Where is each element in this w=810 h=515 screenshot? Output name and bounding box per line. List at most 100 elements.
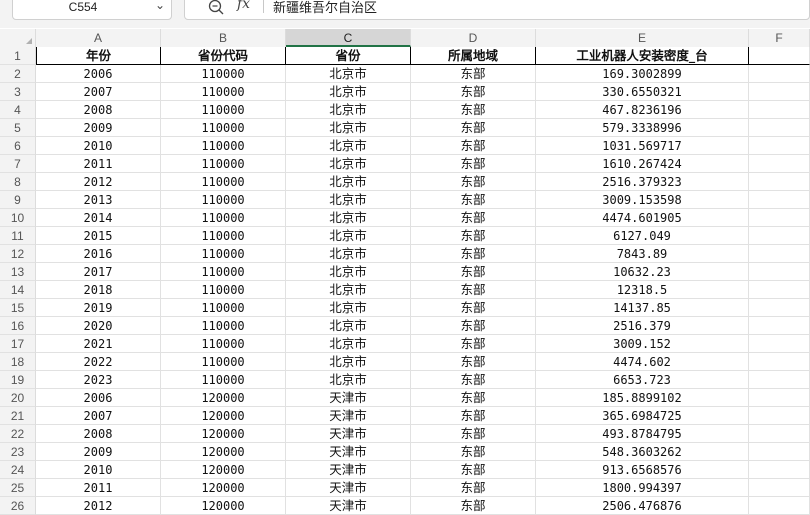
cell-province[interactable]: 北京市 bbox=[286, 335, 411, 353]
cell-province[interactable]: 北京市 bbox=[286, 65, 411, 83]
cell-robot-density[interactable]: 7843.89 bbox=[536, 245, 749, 263]
empty-cell[interactable] bbox=[749, 191, 810, 209]
cell-region[interactable]: 东部 bbox=[411, 317, 536, 335]
empty-cell[interactable] bbox=[749, 299, 810, 317]
cell-region[interactable]: 东部 bbox=[411, 155, 536, 173]
cell-year[interactable]: 2008 bbox=[36, 425, 161, 443]
cell-province-code[interactable]: 120000 bbox=[161, 389, 286, 407]
cell-province-code[interactable]: 110000 bbox=[161, 119, 286, 137]
cell-province-code[interactable]: 110000 bbox=[161, 353, 286, 371]
cell-year[interactable]: 2006 bbox=[36, 65, 161, 83]
row-number[interactable]: 22 bbox=[0, 425, 36, 443]
fx-icon[interactable]: fx bbox=[237, 0, 250, 12]
cell-year[interactable]: 2023 bbox=[36, 371, 161, 389]
cell-year[interactable]: 2010 bbox=[36, 137, 161, 155]
cell-robot-density[interactable]: 493.8784795 bbox=[536, 425, 749, 443]
empty-cell[interactable] bbox=[749, 263, 810, 281]
header-cell-robot-density[interactable]: 工业机器人安装密度_台 bbox=[536, 47, 749, 65]
cell-robot-density[interactable]: 185.8899102 bbox=[536, 389, 749, 407]
empty-cell[interactable] bbox=[749, 497, 810, 515]
cell-year[interactable]: 2014 bbox=[36, 209, 161, 227]
cell-province-code[interactable]: 110000 bbox=[161, 245, 286, 263]
cell-robot-density[interactable]: 2506.476876 bbox=[536, 497, 749, 515]
cell-robot-density[interactable]: 6127.049 bbox=[536, 227, 749, 245]
cell-province-code[interactable]: 120000 bbox=[161, 497, 286, 515]
cell-robot-density[interactable]: 579.3338996 bbox=[536, 119, 749, 137]
cell-year[interactable]: 2007 bbox=[36, 83, 161, 101]
row-number[interactable]: 25 bbox=[0, 479, 36, 497]
header-cell-year[interactable]: 年份 bbox=[36, 47, 161, 65]
cell-province-code[interactable]: 120000 bbox=[161, 407, 286, 425]
cell-province[interactable]: 北京市 bbox=[286, 173, 411, 191]
cell-region[interactable]: 东部 bbox=[411, 191, 536, 209]
cell-robot-density[interactable]: 4474.601905 bbox=[536, 209, 749, 227]
column-header-c[interactable]: C bbox=[286, 29, 411, 47]
empty-cell[interactable] bbox=[749, 479, 810, 497]
cell-robot-density[interactable]: 3009.153598 bbox=[536, 191, 749, 209]
select-all-corner[interactable] bbox=[0, 29, 36, 47]
cell-region[interactable]: 东部 bbox=[411, 407, 536, 425]
cell-year[interactable]: 2010 bbox=[36, 461, 161, 479]
cell-province[interactable]: 天津市 bbox=[286, 407, 411, 425]
cell-year[interactable]: 2021 bbox=[36, 335, 161, 353]
cell-province[interactable]: 北京市 bbox=[286, 155, 411, 173]
cell-robot-density[interactable]: 467.8236196 bbox=[536, 101, 749, 119]
row-number[interactable]: 4 bbox=[0, 101, 36, 119]
zoom-formula-icon[interactable] bbox=[207, 0, 225, 16]
cell-province-code[interactable]: 110000 bbox=[161, 281, 286, 299]
cell-region[interactable]: 东部 bbox=[411, 479, 536, 497]
cell-year[interactable]: 2022 bbox=[36, 353, 161, 371]
cell-province-code[interactable]: 120000 bbox=[161, 461, 286, 479]
cell-year[interactable]: 2016 bbox=[36, 245, 161, 263]
cell-region[interactable]: 东部 bbox=[411, 389, 536, 407]
empty-cell[interactable] bbox=[749, 65, 810, 83]
cell-province-code[interactable]: 120000 bbox=[161, 443, 286, 461]
empty-cell[interactable] bbox=[749, 245, 810, 263]
cell-year[interactable]: 2012 bbox=[36, 173, 161, 191]
cell-region[interactable]: 东部 bbox=[411, 101, 536, 119]
cell-region[interactable]: 东部 bbox=[411, 119, 536, 137]
empty-cell[interactable] bbox=[749, 155, 810, 173]
cell-province-code[interactable]: 120000 bbox=[161, 425, 286, 443]
empty-cell[interactable] bbox=[749, 371, 810, 389]
cell-province[interactable]: 天津市 bbox=[286, 443, 411, 461]
cell-robot-density[interactable]: 1031.569717 bbox=[536, 137, 749, 155]
cell-province-code[interactable]: 110000 bbox=[161, 65, 286, 83]
empty-cell[interactable] bbox=[749, 47, 810, 65]
row-number[interactable]: 13 bbox=[0, 263, 36, 281]
cell-region[interactable]: 东部 bbox=[411, 353, 536, 371]
empty-cell[interactable] bbox=[749, 407, 810, 425]
cell-region[interactable]: 东部 bbox=[411, 137, 536, 155]
row-number[interactable]: 15 bbox=[0, 299, 36, 317]
cell-robot-density[interactable]: 1610.267424 bbox=[536, 155, 749, 173]
cell-province-code[interactable]: 110000 bbox=[161, 209, 286, 227]
row-number[interactable]: 10 bbox=[0, 209, 36, 227]
row-number[interactable]: 17 bbox=[0, 335, 36, 353]
chevron-down-icon[interactable]: ⌄ bbox=[155, 0, 165, 12]
cell-province[interactable]: 天津市 bbox=[286, 461, 411, 479]
row-number[interactable]: 18 bbox=[0, 353, 36, 371]
empty-cell[interactable] bbox=[749, 443, 810, 461]
cell-robot-density[interactable]: 365.6984725 bbox=[536, 407, 749, 425]
header-cell-region[interactable]: 所属地域 bbox=[411, 47, 536, 65]
empty-cell[interactable] bbox=[749, 227, 810, 245]
empty-cell[interactable] bbox=[749, 317, 810, 335]
cell-province-code[interactable]: 110000 bbox=[161, 371, 286, 389]
cell-year[interactable]: 2011 bbox=[36, 479, 161, 497]
row-number[interactable]: 11 bbox=[0, 227, 36, 245]
column-header-a[interactable]: A bbox=[36, 29, 161, 47]
cell-year[interactable]: 2017 bbox=[36, 263, 161, 281]
cell-year[interactable]: 2019 bbox=[36, 299, 161, 317]
empty-cell[interactable] bbox=[749, 389, 810, 407]
cell-province-code[interactable]: 110000 bbox=[161, 137, 286, 155]
row-number[interactable]: 12 bbox=[0, 245, 36, 263]
cell-province[interactable]: 北京市 bbox=[286, 317, 411, 335]
row-number[interactable]: 21 bbox=[0, 407, 36, 425]
cell-region[interactable]: 东部 bbox=[411, 209, 536, 227]
cell-robot-density[interactable]: 169.3002899 bbox=[536, 65, 749, 83]
row-number[interactable]: 20 bbox=[0, 389, 36, 407]
cell-year[interactable]: 2012 bbox=[36, 497, 161, 515]
cell-province[interactable]: 天津市 bbox=[286, 497, 411, 515]
row-number[interactable]: 2 bbox=[0, 65, 36, 83]
empty-cell[interactable] bbox=[749, 137, 810, 155]
